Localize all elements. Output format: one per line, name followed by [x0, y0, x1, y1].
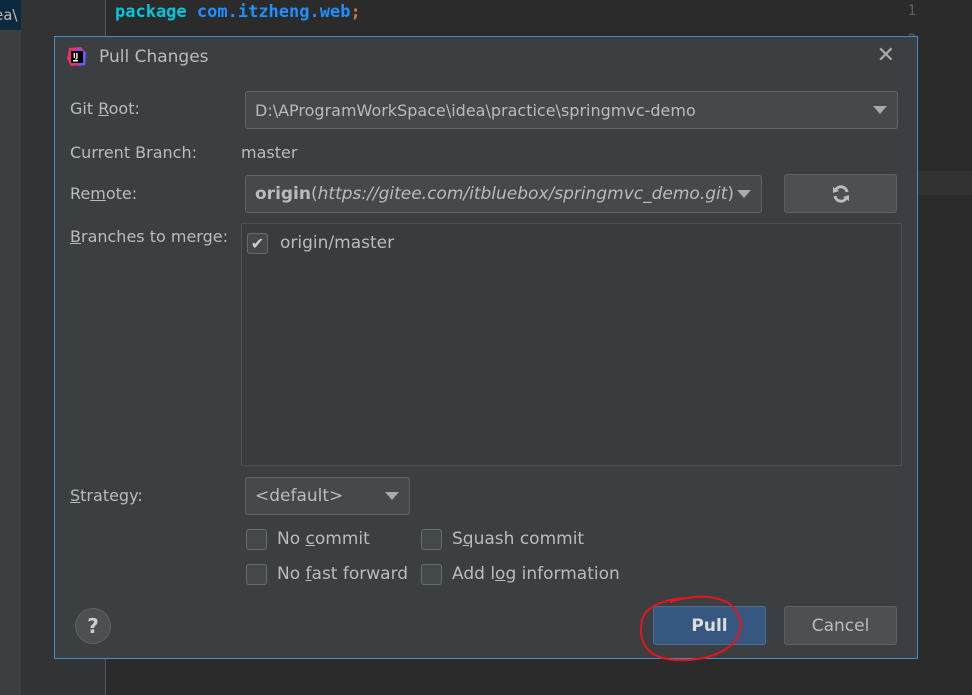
project-tab[interactable]: ea\ — [0, 0, 21, 30]
chevron-down-icon — [737, 190, 751, 198]
strategy-dropdown[interactable]: <default> — [245, 477, 410, 515]
remote-label: Remote: — [70, 184, 138, 203]
current-branch-value: master — [241, 143, 298, 162]
refresh-icon — [832, 184, 849, 203]
no-commit-checkbox[interactable] — [246, 529, 267, 550]
remote-dropdown[interactable]: origin(https://gitee.com/itbluebox/sprin… — [245, 175, 762, 213]
close-icon[interactable]: ✕ — [877, 43, 895, 68]
dialog-title: Pull Changes — [99, 47, 209, 67]
branches-list: ✔ origin/master — [241, 223, 902, 466]
code-line-1[interactable]: package com.itzheng.web; — [115, 0, 361, 24]
branch-checkbox[interactable]: ✔ — [247, 233, 268, 254]
pull-changes-dialog: IJ Pull Changes ✕ Git Root: D:\AProgramW… — [54, 36, 918, 659]
intellij-logo-icon: IJ — [67, 47, 86, 66]
branch-item[interactable]: origin/master — [280, 233, 394, 253]
line-number: 1 — [907, 3, 916, 19]
git-root-label: Git Root: — [70, 99, 140, 118]
current-branch-label: Current Branch: — [70, 143, 198, 162]
branches-label: Branches to merge: — [70, 227, 228, 246]
no-commit-label[interactable]: No commit — [277, 529, 370, 549]
squash-commit-label[interactable]: Squash commit — [452, 529, 584, 549]
chevron-down-icon — [873, 106, 887, 114]
git-root-dropdown[interactable]: D:\AProgramWorkSpace\idea\practice\sprin… — [245, 91, 898, 129]
help-button[interactable]: ? — [75, 608, 111, 644]
project-sidebar: ea\ — [0, 0, 21, 695]
squash-commit-checkbox[interactable] — [421, 529, 442, 550]
no-fast-forward-checkbox[interactable] — [246, 564, 267, 585]
svg-text:IJ: IJ — [73, 52, 78, 60]
refresh-remote-button[interactable] — [784, 174, 897, 213]
red-annotation-circle — [640, 595, 742, 662]
chevron-down-icon — [385, 492, 399, 500]
cancel-button[interactable]: Cancel — [784, 606, 897, 645]
add-log-checkbox[interactable] — [421, 564, 442, 585]
add-log-label[interactable]: Add log information — [452, 564, 620, 584]
no-fast-forward-label[interactable]: No fast forward — [277, 564, 408, 584]
strategy-label: Strategy: — [70, 486, 143, 505]
